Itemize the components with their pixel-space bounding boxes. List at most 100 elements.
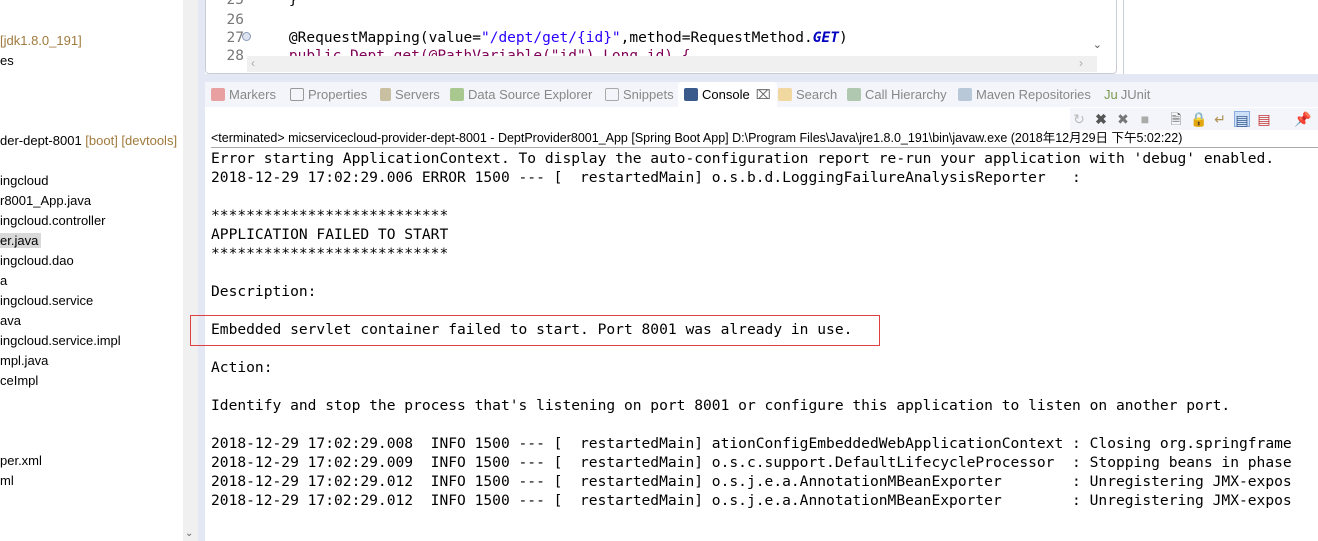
tree-item[interactable]: ingcloud.controller xyxy=(0,211,106,231)
close-icon[interactable]: ⌧ xyxy=(756,87,771,102)
tab-label: JUnit xyxy=(1120,87,1151,102)
terminate-icon[interactable]: ■ xyxy=(1137,111,1153,127)
show-on-output-icon[interactable]: ▤ xyxy=(1234,111,1250,128)
word-wrap-icon[interactable]: ↵ xyxy=(1212,111,1228,127)
tree-item-label: der-dept-8001 xyxy=(0,133,86,148)
tree-item-label: ceImpl xyxy=(0,373,39,388)
tree-item[interactable]: [jdk1.8.0_191] xyxy=(0,31,82,51)
tab-console[interactable]: Console ⌧ xyxy=(678,82,777,107)
console-line: APPLICATION FAILED TO START xyxy=(211,226,449,243)
console-line: Identify and stop the process that's lis… xyxy=(211,397,1231,414)
tab-maven-repositories[interactable]: Maven Repositories xyxy=(958,82,1091,107)
tab-servers[interactable]: Servers xyxy=(380,82,440,107)
tree-item-decoration: [jdk1.8.0_191] xyxy=(0,33,82,48)
tab-label: Search xyxy=(796,87,838,102)
show-on-error-icon[interactable]: ▤ xyxy=(1256,111,1272,127)
relaunch-icon[interactable]: ↻ xyxy=(1071,111,1087,127)
code-text: ,method=RequestMethod. xyxy=(620,30,813,46)
clear-console-icon[interactable]: 🗎 xyxy=(1168,111,1184,127)
tree-item[interactable]: mpl.java xyxy=(0,351,48,371)
tree-item[interactable]: ingcloud.dao xyxy=(0,251,74,271)
tab-call-hierarchy[interactable]: Call Hierarchy xyxy=(847,82,947,107)
highlight-box xyxy=(190,315,880,346)
tab-search[interactable]: Search xyxy=(778,82,837,107)
remove-all-launches-icon[interactable]: ✖ xyxy=(1115,111,1131,127)
search-icon xyxy=(778,88,792,101)
console-line: Error starting ApplicationContext. To di… xyxy=(211,150,1275,167)
console-line: Description: xyxy=(211,283,317,300)
tree-item[interactable]: ingcloud.service xyxy=(0,291,93,311)
tree-item-decoration: [boot] [devtools] xyxy=(85,133,178,148)
call-hierarchy-icon xyxy=(847,88,861,101)
markers-icon xyxy=(211,88,225,101)
tree-item[interactable]: ingcloud.service.impl xyxy=(0,331,121,351)
chevron-down-icon[interactable]: ⌄ xyxy=(1093,38,1102,51)
tab-properties[interactable]: Properties xyxy=(290,82,367,107)
tree-item[interactable]: ceImpl xyxy=(0,371,38,391)
code-line: @RequestMapping(value="/dept/get/{id}",m… xyxy=(254,28,848,48)
tab-label: Call Hierarchy xyxy=(865,87,947,102)
tree-item-label: ml xyxy=(0,473,14,488)
data-source-icon xyxy=(450,88,464,101)
console-line: 2018-12-29 17:02:29.012 INFO 1500 --- [ … xyxy=(211,492,1292,509)
package-explorer: [jdk1.8.0_191]es der-dept-8001 [boot] [de… xyxy=(0,0,183,541)
line-number: 26 xyxy=(226,12,244,28)
tab-junit[interactable]: Ju JUnit xyxy=(1104,82,1150,107)
chevron-down-icon[interactable]: ⌄ xyxy=(185,528,193,539)
tree-item-label: per.xml xyxy=(0,453,42,468)
code-constant: GET xyxy=(812,30,839,46)
maven-icon xyxy=(958,88,972,101)
console-line: Action: xyxy=(211,359,273,376)
scroll-lock-icon[interactable]: 🔒 xyxy=(1190,111,1207,127)
tab-label: Properties xyxy=(308,87,368,102)
tree-item[interactable]: a xyxy=(0,271,7,291)
divider xyxy=(205,74,1318,82)
console-line: *************************** xyxy=(211,207,449,224)
chevron-left-icon[interactable]: ‹ xyxy=(251,56,255,70)
tab-markers[interactable]: Markers xyxy=(211,82,276,107)
pin-console-icon[interactable]: 📌 xyxy=(1294,111,1311,127)
code-string: "/dept/get/{id}" xyxy=(480,30,621,46)
tree-item-label: es xyxy=(0,53,14,68)
console-icon xyxy=(684,88,698,101)
tree-item-label: ava xyxy=(0,313,21,328)
console-line: *************************** xyxy=(211,245,449,262)
tree-item[interactable]: ava xyxy=(0,311,21,331)
tab-label: Markers xyxy=(229,87,276,102)
tree-item-label: er.java xyxy=(0,233,42,248)
snippets-icon xyxy=(605,88,619,101)
tab-data-source-explorer[interactable]: Data Source Explorer xyxy=(450,82,592,107)
tree-item-label: r8001_App.java xyxy=(0,193,92,208)
tree-item[interactable]: der-dept-8001 [boot] [devtools] xyxy=(0,131,177,151)
tab-label: Servers xyxy=(395,87,440,102)
code-line: } xyxy=(254,0,298,8)
tree-item[interactable]: ml xyxy=(0,471,14,491)
editor-horizontal-scrollbar[interactable]: ‹ › xyxy=(247,56,1097,72)
tab-label: Console xyxy=(702,87,750,102)
line-number: 25 xyxy=(226,0,244,8)
servers-icon xyxy=(380,88,391,101)
tree-item-label: ingcloud.service xyxy=(0,293,94,308)
code-text: ) xyxy=(838,30,848,46)
junit-icon: Ju xyxy=(1104,87,1118,102)
explorer-scrollbar[interactable]: ⌄ xyxy=(183,0,198,541)
console-line: 2018-12-29 17:02:29.009 INFO 1500 --- [ … xyxy=(211,454,1292,471)
tree-item-label: mpl.java xyxy=(0,353,49,368)
tree-item[interactable]: er.java xyxy=(0,231,42,251)
tree-item[interactable]: es xyxy=(0,51,14,71)
console-toolbar: ↻ ✖ ✖ ■ 🗎 🔒 ↵ ▤ ▤ 📌 xyxy=(1070,108,1318,130)
divider xyxy=(198,0,205,541)
tab-label: Maven Repositories xyxy=(976,87,1091,102)
tree-item-label: ingcloud xyxy=(0,173,49,188)
tree-item[interactable]: per.xml xyxy=(0,451,42,471)
fold-icon[interactable] xyxy=(242,32,251,41)
tree-item[interactable]: r8001_App.java xyxy=(0,191,91,211)
view-tabs: Markers Properties Servers Data Source E… xyxy=(205,82,1318,107)
tree-item[interactable]: ingcloud xyxy=(0,171,48,191)
tree-item-label: ingcloud.controller xyxy=(0,213,106,228)
chevron-right-icon[interactable]: › xyxy=(1079,56,1083,70)
console-line: 2018-12-29 17:02:29.012 INFO 1500 --- [ … xyxy=(211,473,1292,490)
properties-icon xyxy=(290,88,304,101)
remove-launch-icon[interactable]: ✖ xyxy=(1093,111,1109,127)
tab-snippets[interactable]: Snippets xyxy=(605,82,674,107)
